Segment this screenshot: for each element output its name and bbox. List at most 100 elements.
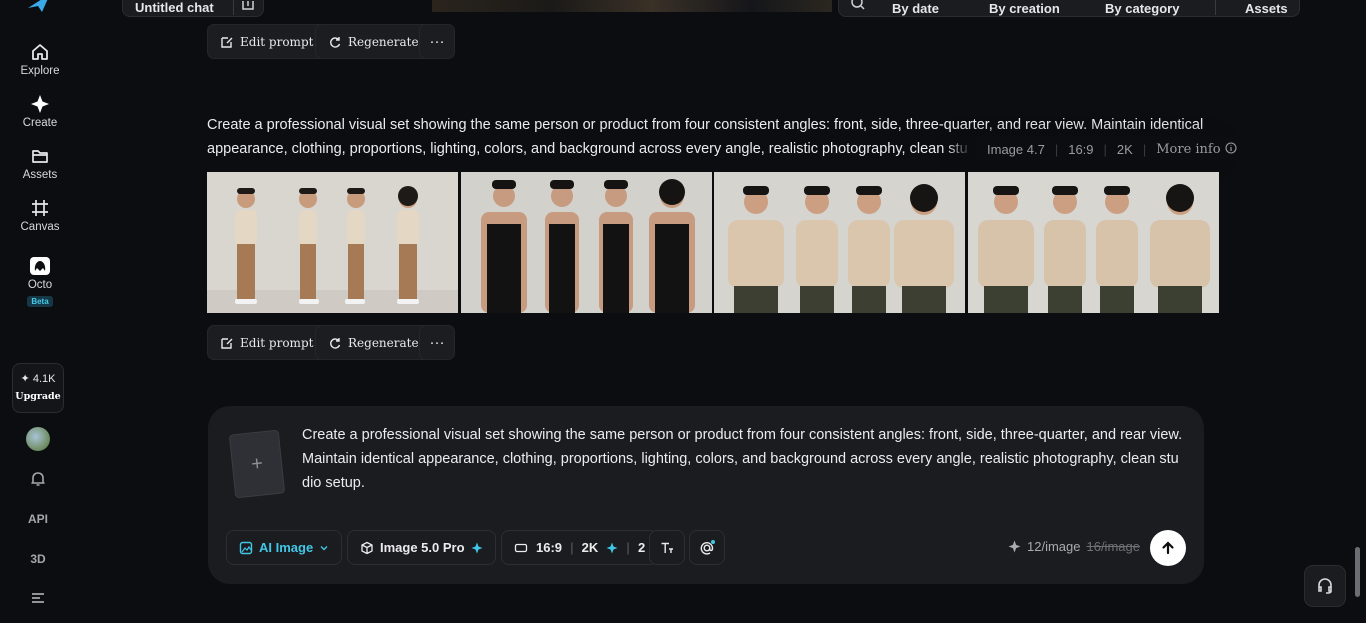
resolution: 2K [1116,141,1133,157]
edit-prompt-button[interactable]: Edit prompt [207,325,327,360]
filter-by-date[interactable]: By date [892,1,939,16]
sidebar-item-assets[interactable]: Assets [0,146,80,181]
notifications-button[interactable] [0,470,76,491]
edit-prompt-button[interactable]: Edit prompt [207,24,327,59]
sidebar-item-label: Canvas [20,221,60,233]
edit-icon [221,337,233,349]
home-icon [32,44,48,60]
sidebar-item-label: Explore [20,65,60,77]
text-style-button[interactable] [649,530,685,565]
generation-meta: Image 4.7 | 16:9 | 2K | More info [977,137,1237,161]
regenerate-button[interactable]: Regenerate [315,325,432,360]
avatar[interactable] [26,427,50,451]
sparkle-icon [31,95,49,113]
cube-icon [361,541,373,554]
sidebar-item-create[interactable]: Create [0,94,80,129]
folder-icon [32,150,48,163]
sidebar-item-canvas[interactable]: Canvas [0,198,80,233]
beta-badge: Beta [27,296,53,307]
api-button[interactable]: API [0,512,76,526]
bell-icon [31,472,45,486]
edit-prompt-label: Edit prompt [240,335,314,350]
app-root: Explore Create Assets Canvas Octo Beta ✦… [0,0,1366,623]
more-info-label: More info [1156,141,1221,157]
menu-icon [32,593,44,603]
3d-button[interactable]: 3D [0,552,76,566]
sparkle-icon [606,542,618,553]
regenerate-label: Regenerate [348,34,419,49]
chevron-down-icon [320,545,328,550]
sidebar-item-explore[interactable]: Explore [0,42,80,77]
sparkle-icon [1008,540,1021,553]
previous-image-strip [432,0,832,12]
prompt-line-1: Create a professional visual set showing… [207,117,1204,133]
regenerate-button[interactable]: Regenerate [315,24,432,59]
aspect-ratio: 16:9 [1068,141,1094,157]
sidebar: Explore Create Assets Canvas Octo Beta ✦… [0,0,80,623]
model-name: Image 4.7 [987,141,1045,157]
at-icon [700,539,715,555]
more-options-button[interactable]: ··· [419,24,455,59]
generated-image-4[interactable] [968,172,1219,313]
model-label: Image 5.0 Pro [380,540,465,555]
sidebar-item-label: Octo [27,279,53,291]
generated-image-2[interactable] [461,172,712,313]
divider: | [626,540,630,555]
refresh-icon [330,36,341,48]
chat-title: Untitled chat [135,0,214,15]
divider: | [1054,141,1059,157]
sidebar-item-octo[interactable]: Octo Beta [0,256,80,309]
arrow-up-icon [1162,541,1174,555]
filter-bar: By date By creation By category Assets [838,0,1300,17]
mention-button[interactable] [689,530,725,565]
menu-button[interactable] [0,590,76,609]
canvas-icon [32,200,48,216]
size-selector[interactable]: 16:9 | 2K | 2 [501,530,659,565]
headset-icon [1318,578,1332,594]
send-button[interactable] [1150,530,1186,566]
prompt-composer: + Create a professional visual set showi… [208,406,1204,584]
divider: | [570,540,574,555]
old-cost-label: 16/image [1086,539,1140,554]
ratio-label: 16:9 [536,540,563,555]
filter-by-category[interactable]: By category [1105,1,1179,16]
cost-display: 12/image 16/image [1008,539,1140,554]
sidebar-item-label: Create [22,117,58,129]
credits-upgrade-button[interactable]: ✦ 4.1K Upgrade [12,363,64,413]
refresh-icon [330,337,341,349]
support-button[interactable] [1304,565,1346,607]
edit-icon [221,36,233,48]
mode-selector[interactable]: AI Image [226,530,343,565]
brand-logo-icon[interactable] [26,0,52,14]
sparkle-icon [471,542,483,553]
chat-title-chip[interactable]: Untitled chat [122,0,264,17]
more-info-link[interactable]: More info [1156,142,1237,157]
filter-by-creation[interactable]: By creation [989,1,1060,16]
assets-button[interactable]: Assets [1245,1,1288,16]
edit-prompt-label: Edit prompt [240,34,314,49]
generated-image-3[interactable] [714,172,965,313]
text-icon [661,542,673,553]
cost-label: 12/image [1027,539,1081,554]
divider: | [1103,141,1107,157]
image-icon [239,541,253,554]
prompt-input[interactable]: Create a professional visual set showing… [302,423,1192,495]
share-icon[interactable] [241,1,255,11]
divider: | [1142,141,1147,157]
more-options-button[interactable]: ··· [419,325,455,360]
mode-label: AI Image [259,540,314,555]
sidebar-item-label: Assets [22,169,58,181]
octo-icon [30,257,50,275]
scrollbar-thumb[interactable] [1355,547,1360,597]
resolution-label: 2K [581,540,599,555]
info-icon [1225,141,1237,154]
count-label: 2 [637,540,646,555]
generated-image-1[interactable] [207,172,458,313]
aspect-ratio-icon [514,543,528,552]
model-selector[interactable]: Image 5.0 Pro [347,530,496,565]
credits-amount: ✦ 4.1K [20,373,56,385]
search-icon[interactable] [851,0,865,10]
divider [1215,0,1216,15]
add-reference-image-button[interactable]: + [228,429,286,499]
regenerate-label: Regenerate [348,335,419,350]
